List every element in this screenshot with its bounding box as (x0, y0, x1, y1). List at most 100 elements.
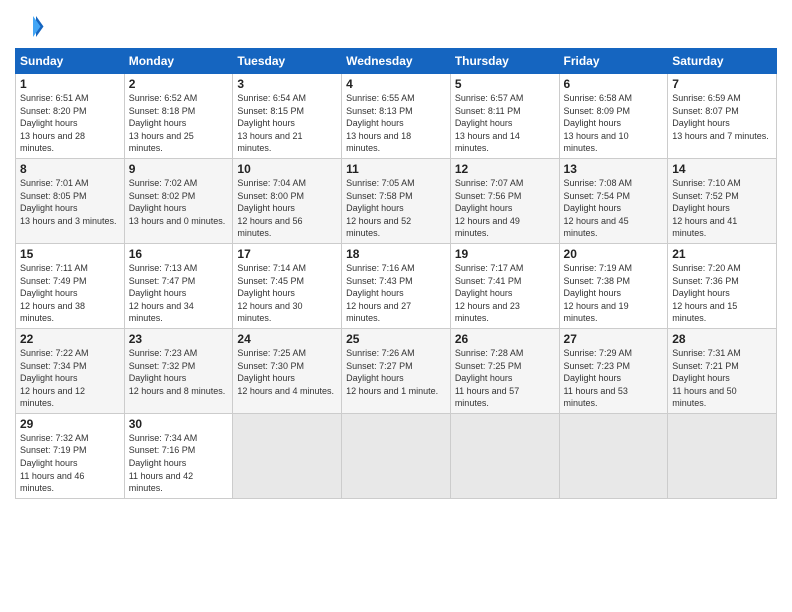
day-info: Sunrise: 7:14 AMSunset: 7:45 PMDaylight … (237, 262, 337, 325)
day-number: 26 (455, 332, 555, 346)
day-info: Sunrise: 7:13 AMSunset: 7:47 PMDaylight … (129, 262, 229, 325)
day-cell-30: 30Sunrise: 7:34 AMSunset: 7:16 PMDayligh… (124, 413, 233, 498)
week-row-1: 1Sunrise: 6:51 AMSunset: 8:20 PMDaylight… (16, 74, 777, 159)
day-number: 24 (237, 332, 337, 346)
day-number: 14 (672, 162, 772, 176)
day-info: Sunrise: 7:11 AMSunset: 7:49 PMDaylight … (20, 262, 120, 325)
day-cell-29: 29Sunrise: 7:32 AMSunset: 7:19 PMDayligh… (16, 413, 125, 498)
day-number: 16 (129, 247, 229, 261)
day-number: 1 (20, 77, 120, 91)
day-cell-3: 3Sunrise: 6:54 AMSunset: 8:15 PMDaylight… (233, 74, 342, 159)
day-cell-18: 18Sunrise: 7:16 AMSunset: 7:43 PMDayligh… (342, 243, 451, 328)
day-info: Sunrise: 7:05 AMSunset: 7:58 PMDaylight … (346, 177, 446, 240)
day-info: Sunrise: 7:19 AMSunset: 7:38 PMDaylight … (564, 262, 664, 325)
day-number: 22 (20, 332, 120, 346)
logo-icon (15, 10, 45, 40)
empty-cell (668, 413, 777, 498)
col-header-thursday: Thursday (450, 49, 559, 74)
day-info: Sunrise: 6:59 AMSunset: 8:07 PMDaylight … (672, 92, 772, 142)
day-info: Sunrise: 6:51 AMSunset: 8:20 PMDaylight … (20, 92, 120, 155)
day-cell-1: 1Sunrise: 6:51 AMSunset: 8:20 PMDaylight… (16, 74, 125, 159)
day-cell-17: 17Sunrise: 7:14 AMSunset: 7:45 PMDayligh… (233, 243, 342, 328)
day-number: 12 (455, 162, 555, 176)
day-info: Sunrise: 7:16 AMSunset: 7:43 PMDaylight … (346, 262, 446, 325)
day-info: Sunrise: 6:57 AMSunset: 8:11 PMDaylight … (455, 92, 555, 155)
week-row-4: 22Sunrise: 7:22 AMSunset: 7:34 PMDayligh… (16, 328, 777, 413)
day-number: 27 (564, 332, 664, 346)
day-cell-4: 4Sunrise: 6:55 AMSunset: 8:13 PMDaylight… (342, 74, 451, 159)
header (15, 10, 777, 40)
empty-cell (342, 413, 451, 498)
day-info: Sunrise: 7:32 AMSunset: 7:19 PMDaylight … (20, 432, 120, 495)
day-number: 28 (672, 332, 772, 346)
day-number: 4 (346, 77, 446, 91)
day-cell-5: 5Sunrise: 6:57 AMSunset: 8:11 PMDaylight… (450, 74, 559, 159)
day-info: Sunrise: 7:08 AMSunset: 7:54 PMDaylight … (564, 177, 664, 240)
day-info: Sunrise: 7:34 AMSunset: 7:16 PMDaylight … (129, 432, 229, 495)
empty-cell (233, 413, 342, 498)
day-cell-22: 22Sunrise: 7:22 AMSunset: 7:34 PMDayligh… (16, 328, 125, 413)
day-cell-13: 13Sunrise: 7:08 AMSunset: 7:54 PMDayligh… (559, 158, 668, 243)
week-row-3: 15Sunrise: 7:11 AMSunset: 7:49 PMDayligh… (16, 243, 777, 328)
day-number: 6 (564, 77, 664, 91)
day-info: Sunrise: 7:10 AMSunset: 7:52 PMDaylight … (672, 177, 772, 240)
day-number: 8 (20, 162, 120, 176)
day-info: Sunrise: 7:29 AMSunset: 7:23 PMDaylight … (564, 347, 664, 410)
day-number: 5 (455, 77, 555, 91)
day-cell-21: 21Sunrise: 7:20 AMSunset: 7:36 PMDayligh… (668, 243, 777, 328)
day-number: 21 (672, 247, 772, 261)
day-number: 9 (129, 162, 229, 176)
day-cell-2: 2Sunrise: 6:52 AMSunset: 8:18 PMDaylight… (124, 74, 233, 159)
day-info: Sunrise: 6:52 AMSunset: 8:18 PMDaylight … (129, 92, 229, 155)
day-cell-12: 12Sunrise: 7:07 AMSunset: 7:56 PMDayligh… (450, 158, 559, 243)
day-info: Sunrise: 7:04 AMSunset: 8:00 PMDaylight … (237, 177, 337, 240)
day-info: Sunrise: 7:02 AMSunset: 8:02 PMDaylight … (129, 177, 229, 227)
day-number: 18 (346, 247, 446, 261)
day-number: 25 (346, 332, 446, 346)
day-cell-8: 8Sunrise: 7:01 AMSunset: 8:05 PMDaylight… (16, 158, 125, 243)
day-info: Sunrise: 7:26 AMSunset: 7:27 PMDaylight … (346, 347, 446, 397)
day-info: Sunrise: 7:20 AMSunset: 7:36 PMDaylight … (672, 262, 772, 325)
empty-cell (559, 413, 668, 498)
day-cell-20: 20Sunrise: 7:19 AMSunset: 7:38 PMDayligh… (559, 243, 668, 328)
day-number: 3 (237, 77, 337, 91)
day-cell-19: 19Sunrise: 7:17 AMSunset: 7:41 PMDayligh… (450, 243, 559, 328)
day-info: Sunrise: 7:22 AMSunset: 7:34 PMDaylight … (20, 347, 120, 410)
day-info: Sunrise: 6:54 AMSunset: 8:15 PMDaylight … (237, 92, 337, 155)
header-row: SundayMondayTuesdayWednesdayThursdayFrid… (16, 49, 777, 74)
day-info: Sunrise: 7:01 AMSunset: 8:05 PMDaylight … (20, 177, 120, 227)
day-cell-25: 25Sunrise: 7:26 AMSunset: 7:27 PMDayligh… (342, 328, 451, 413)
day-cell-27: 27Sunrise: 7:29 AMSunset: 7:23 PMDayligh… (559, 328, 668, 413)
day-info: Sunrise: 7:07 AMSunset: 7:56 PMDaylight … (455, 177, 555, 240)
col-header-tuesday: Tuesday (233, 49, 342, 74)
day-number: 23 (129, 332, 229, 346)
col-header-monday: Monday (124, 49, 233, 74)
day-number: 30 (129, 417, 229, 431)
day-cell-15: 15Sunrise: 7:11 AMSunset: 7:49 PMDayligh… (16, 243, 125, 328)
day-cell-16: 16Sunrise: 7:13 AMSunset: 7:47 PMDayligh… (124, 243, 233, 328)
day-number: 19 (455, 247, 555, 261)
col-header-wednesday: Wednesday (342, 49, 451, 74)
day-info: Sunrise: 7:17 AMSunset: 7:41 PMDaylight … (455, 262, 555, 325)
col-header-friday: Friday (559, 49, 668, 74)
day-number: 11 (346, 162, 446, 176)
day-info: Sunrise: 7:28 AMSunset: 7:25 PMDaylight … (455, 347, 555, 410)
week-row-2: 8Sunrise: 7:01 AMSunset: 8:05 PMDaylight… (16, 158, 777, 243)
day-cell-24: 24Sunrise: 7:25 AMSunset: 7:30 PMDayligh… (233, 328, 342, 413)
calendar-table: SundayMondayTuesdayWednesdayThursdayFrid… (15, 48, 777, 499)
day-cell-28: 28Sunrise: 7:31 AMSunset: 7:21 PMDayligh… (668, 328, 777, 413)
day-number: 20 (564, 247, 664, 261)
empty-cell (450, 413, 559, 498)
col-header-sunday: Sunday (16, 49, 125, 74)
day-number: 2 (129, 77, 229, 91)
day-cell-6: 6Sunrise: 6:58 AMSunset: 8:09 PMDaylight… (559, 74, 668, 159)
page: SundayMondayTuesdayWednesdayThursdayFrid… (0, 0, 792, 612)
day-number: 29 (20, 417, 120, 431)
day-cell-26: 26Sunrise: 7:28 AMSunset: 7:25 PMDayligh… (450, 328, 559, 413)
day-cell-23: 23Sunrise: 7:23 AMSunset: 7:32 PMDayligh… (124, 328, 233, 413)
day-info: Sunrise: 6:55 AMSunset: 8:13 PMDaylight … (346, 92, 446, 155)
day-number: 10 (237, 162, 337, 176)
day-cell-7: 7Sunrise: 6:59 AMSunset: 8:07 PMDaylight… (668, 74, 777, 159)
day-number: 13 (564, 162, 664, 176)
week-row-5: 29Sunrise: 7:32 AMSunset: 7:19 PMDayligh… (16, 413, 777, 498)
